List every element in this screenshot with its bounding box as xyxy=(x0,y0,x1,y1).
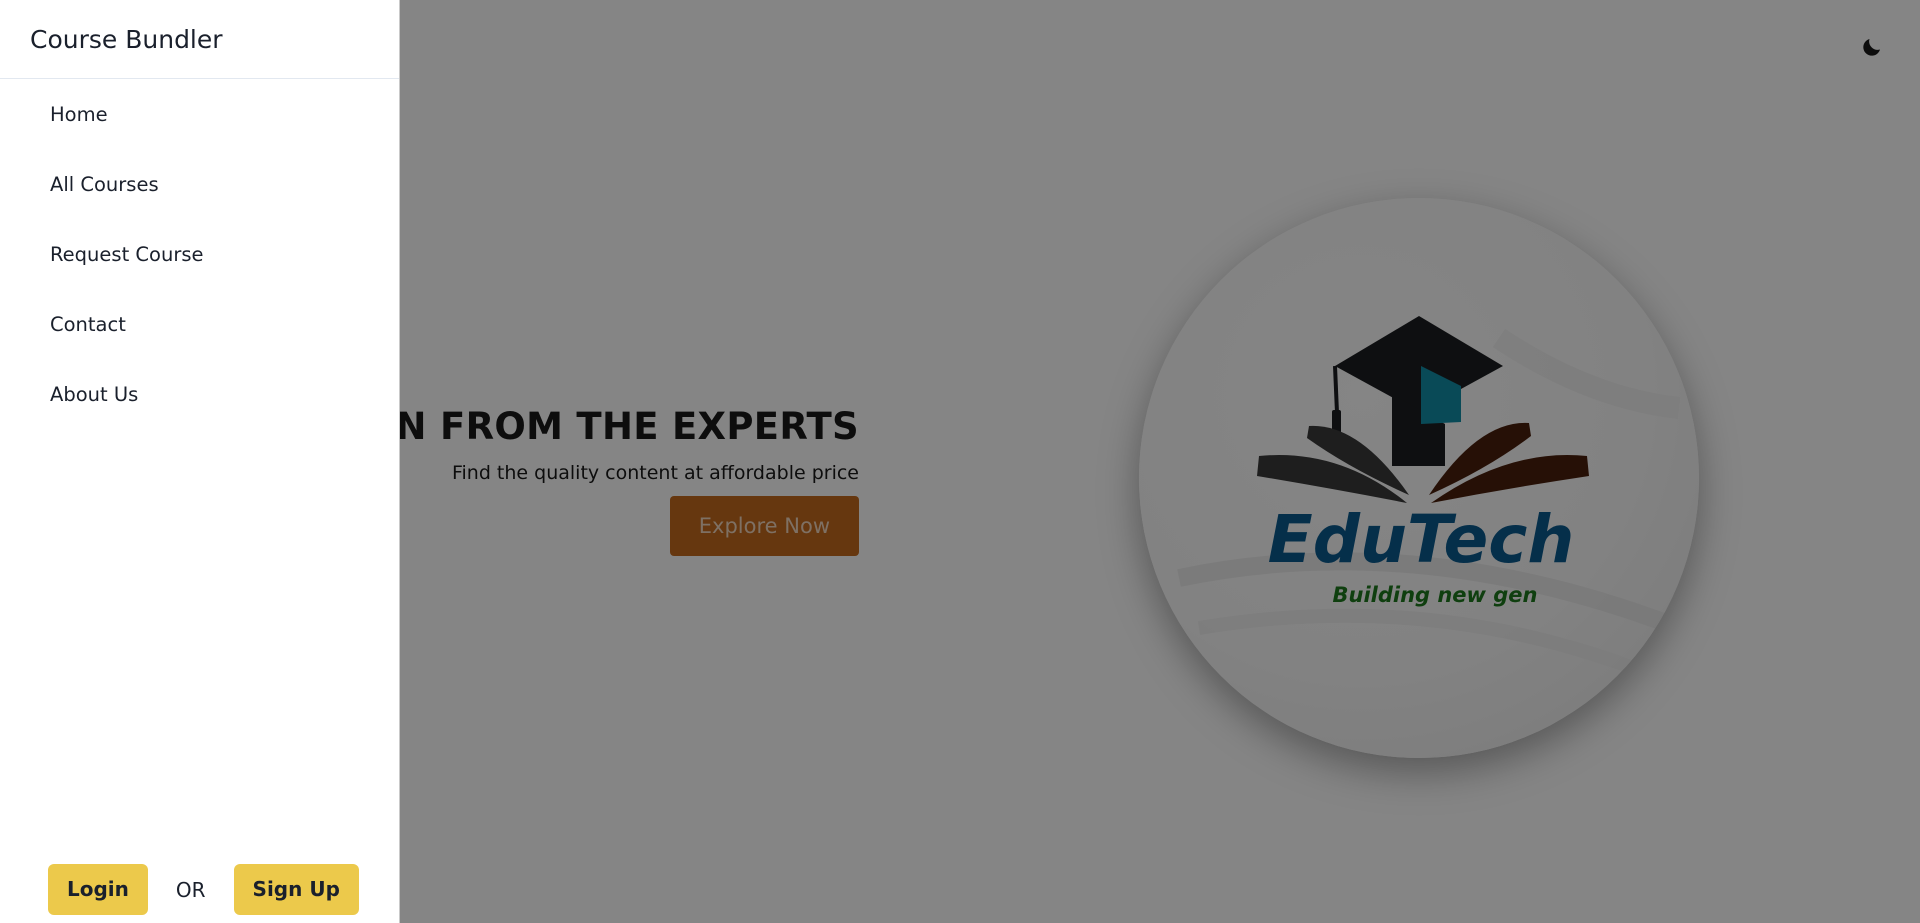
login-button[interactable]: Login xyxy=(48,864,148,915)
auth-actions: Login OR Sign Up xyxy=(48,864,359,915)
nav-item-all-courses[interactable]: All Courses xyxy=(0,159,399,229)
nav-item-home[interactable]: Home xyxy=(0,89,399,159)
signup-button[interactable]: Sign Up xyxy=(233,864,359,915)
nav-item-request-course[interactable]: Request Course xyxy=(0,229,399,299)
nav-item-about-us[interactable]: About Us xyxy=(0,369,399,439)
drawer-nav: Home All Courses Request Course Contact … xyxy=(0,79,399,439)
nav-item-contact[interactable]: Contact xyxy=(0,299,399,369)
drawer-header: Course Bundler xyxy=(0,0,399,79)
or-separator: OR xyxy=(175,877,206,902)
drawer-title: Course Bundler xyxy=(30,24,223,54)
navigation-drawer: Course Bundler Home All Courses Request … xyxy=(0,0,400,923)
